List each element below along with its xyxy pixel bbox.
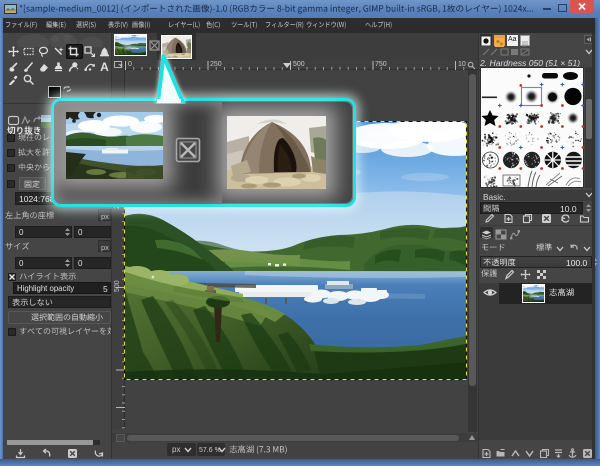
svg-text:A: A [100,61,109,72]
